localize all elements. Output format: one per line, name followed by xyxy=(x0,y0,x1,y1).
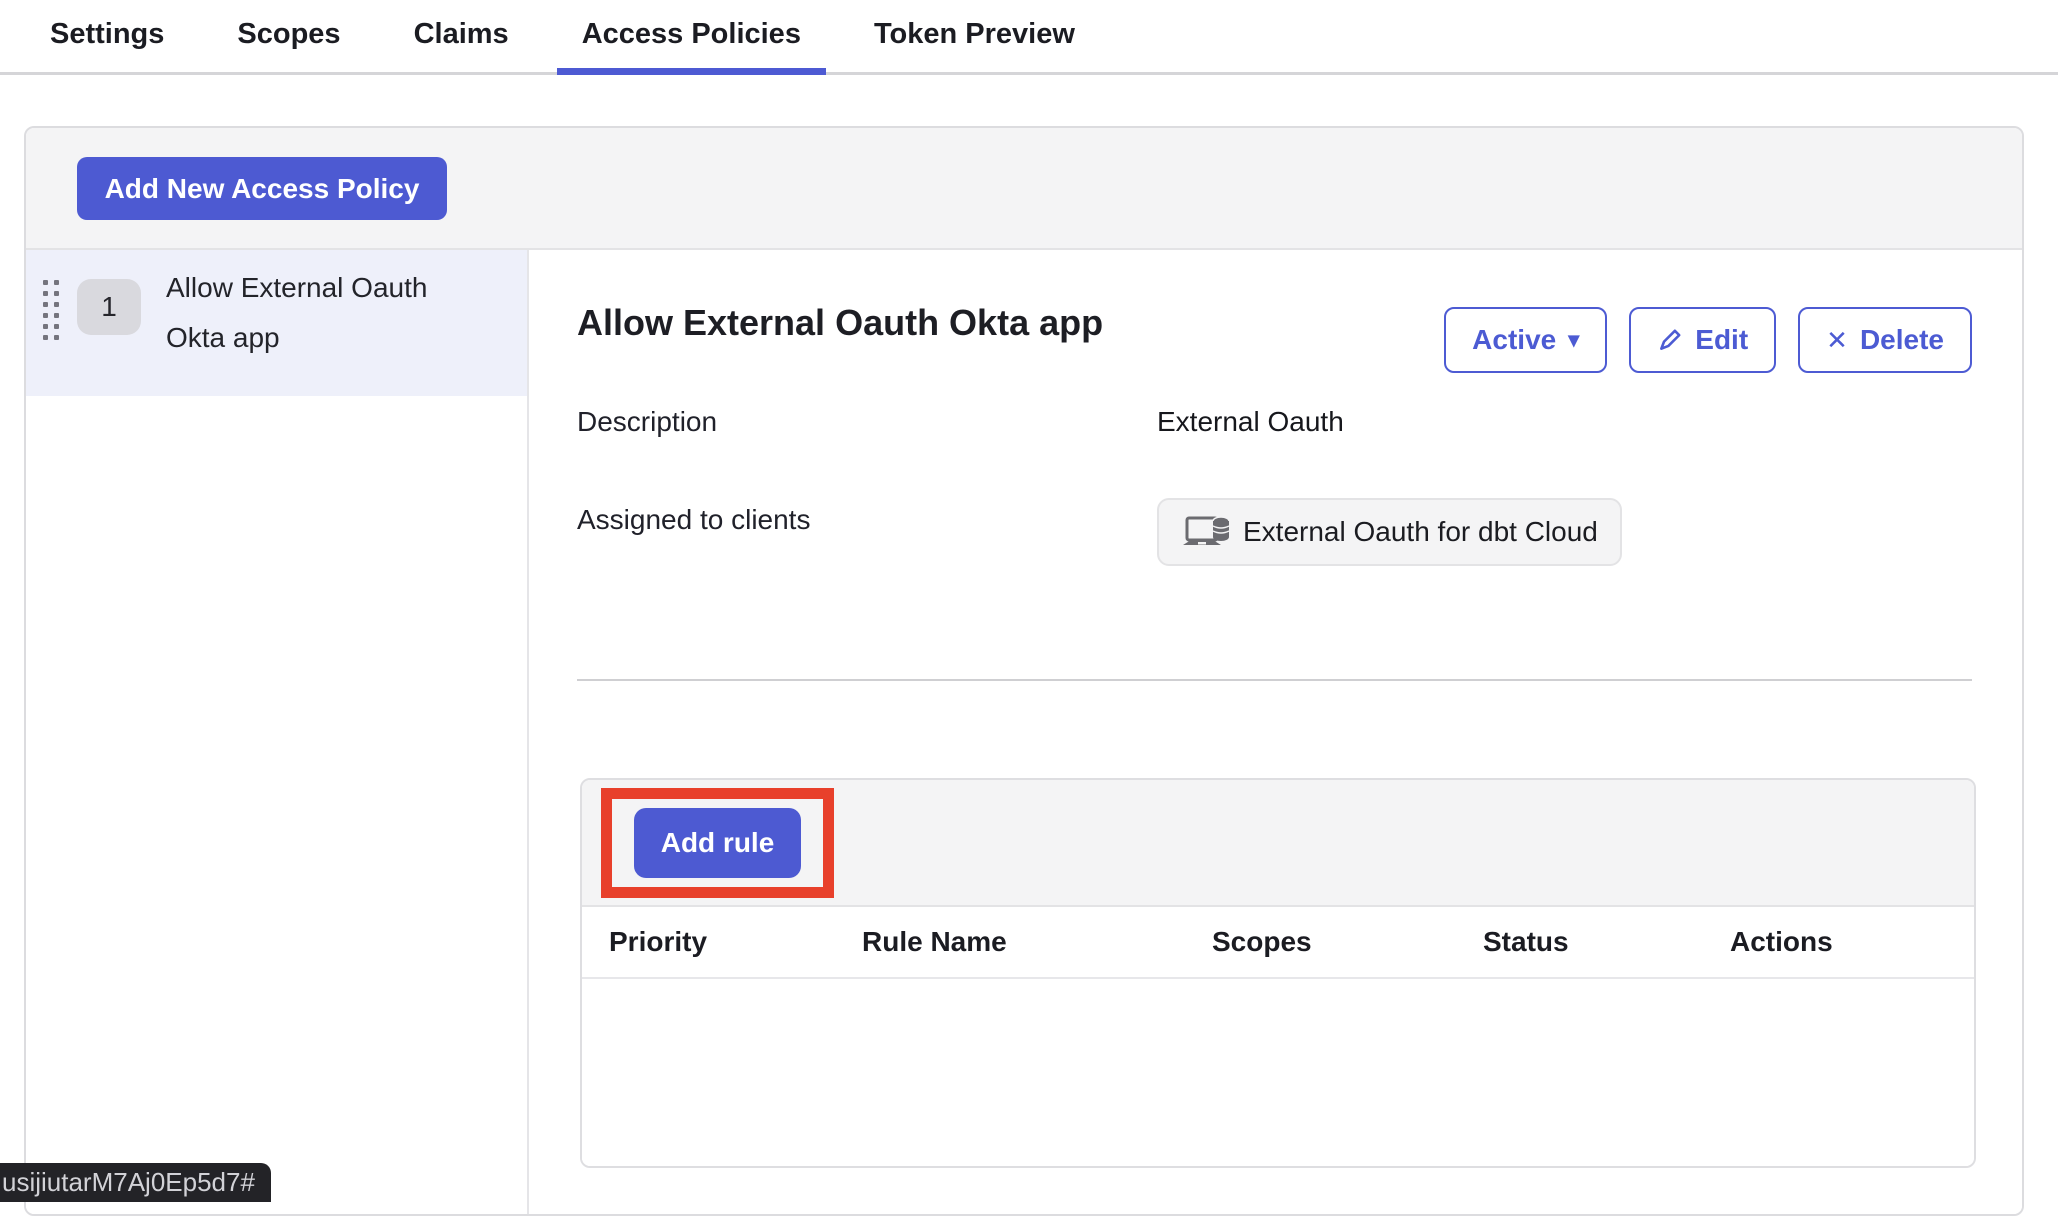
add-rule-button[interactable]: Add rule xyxy=(634,808,801,878)
active-status-label: Active xyxy=(1472,324,1556,356)
active-status-dropdown[interactable]: Active ▾ xyxy=(1444,307,1607,373)
col-actions: Actions xyxy=(1730,926,1974,958)
policy-list-item[interactable]: 1 Allow External Oauth Okta app xyxy=(26,250,527,396)
rules-panel: Add rule Priority Rule Name Scopes Statu… xyxy=(580,778,1976,1168)
drag-handle-icon[interactable] xyxy=(43,280,59,340)
col-status: Status xyxy=(1483,926,1730,958)
tab-settings[interactable]: Settings xyxy=(50,0,164,75)
edit-pencil-icon xyxy=(1657,327,1683,353)
tab-scopes[interactable]: Scopes xyxy=(237,0,340,75)
description-label: Description xyxy=(577,406,717,438)
laptop-database-icon xyxy=(1181,512,1231,552)
rules-table-body xyxy=(582,979,1974,1166)
tab-access-policies[interactable]: Access Policies xyxy=(557,0,826,75)
col-rule-name: Rule Name xyxy=(862,926,1212,958)
col-scopes: Scopes xyxy=(1212,926,1483,958)
tab-bar: Settings Scopes Claims Access Policies T… xyxy=(0,0,2058,75)
description-value: External Oauth xyxy=(1157,406,1344,438)
section-divider xyxy=(577,679,1972,681)
card-header: Add New Access Policy xyxy=(26,128,2022,250)
rules-toolbar: Add rule xyxy=(582,780,1974,907)
policy-actions: Active ▾ Edit ✕ Delete xyxy=(1444,307,1972,373)
edit-button-label: Edit xyxy=(1695,324,1748,356)
policy-title: Allow External Oauth Okta app xyxy=(577,302,1103,344)
policy-detail: Allow External Oauth Okta app Active ▾ E… xyxy=(529,250,2022,1214)
client-chip[interactable]: External Oauth for dbt Cloud xyxy=(1157,498,1622,566)
link-preview-tooltip: usijiutarM7Aj0Ep5d7# xyxy=(0,1163,271,1202)
col-priority: Priority xyxy=(609,926,862,958)
tab-token-preview[interactable]: Token Preview xyxy=(874,0,1075,75)
delete-button[interactable]: ✕ Delete xyxy=(1798,307,1972,373)
edit-button[interactable]: Edit xyxy=(1629,307,1776,373)
rules-table-header: Priority Rule Name Scopes Status Actions xyxy=(582,907,1974,979)
chevron-down-icon: ▾ xyxy=(1568,327,1579,353)
policy-name-label: Allow External Oauth Okta app xyxy=(166,263,486,363)
client-chip-label: External Oauth for dbt Cloud xyxy=(1243,516,1598,548)
policy-list: 1 Allow External Oauth Okta app xyxy=(26,250,529,1214)
close-x-icon: ✕ xyxy=(1826,325,1848,356)
assigned-clients-label: Assigned to clients xyxy=(577,504,810,536)
delete-button-label: Delete xyxy=(1860,324,1944,356)
card-body: 1 Allow External Oauth Okta app Allow Ex… xyxy=(26,250,2022,1214)
access-policies-card: Add New Access Policy 1 Allow External O… xyxy=(24,126,2024,1216)
policy-priority-badge: 1 xyxy=(77,279,141,335)
tab-claims[interactable]: Claims xyxy=(414,0,509,75)
add-new-access-policy-button[interactable]: Add New Access Policy xyxy=(77,157,447,220)
annotation-highlight: Add rule xyxy=(601,788,834,898)
